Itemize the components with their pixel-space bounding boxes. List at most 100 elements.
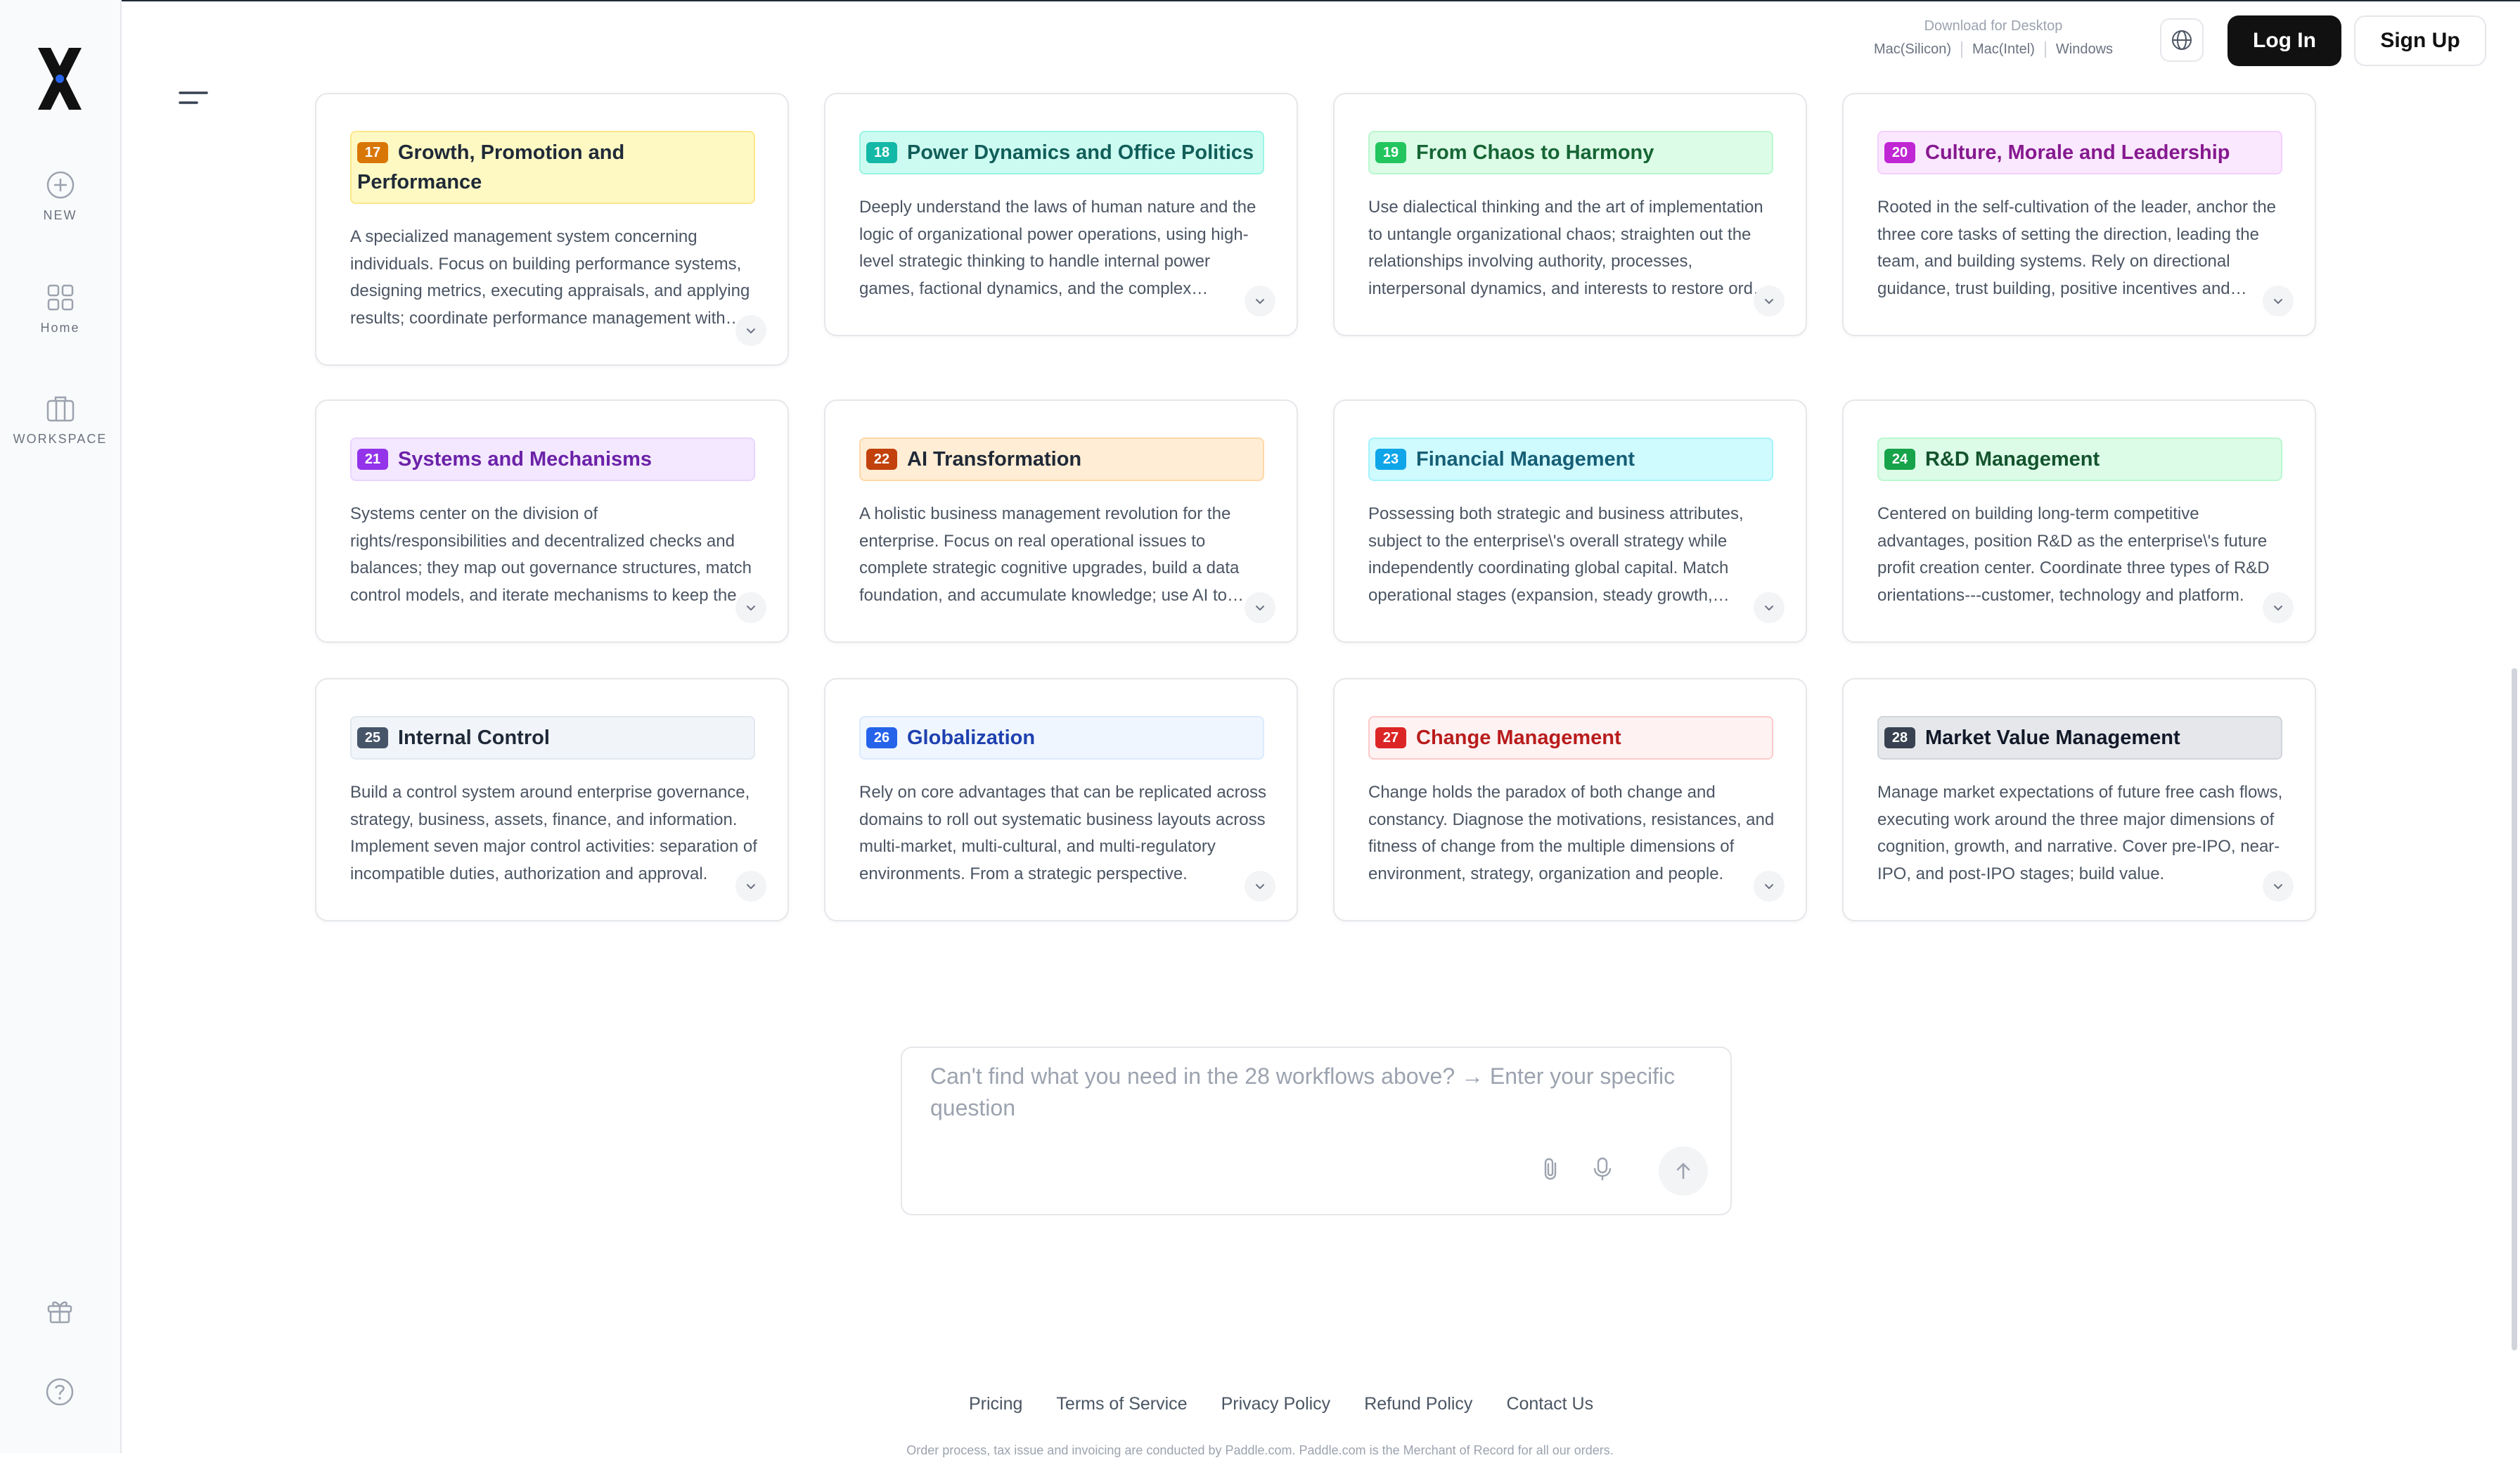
download-link-mac-silicon[interactable]: Mac(Silicon)	[1864, 41, 1961, 58]
workflow-title-text: Power Dynamics and Office Politics	[907, 141, 1254, 164]
sidebar-item-workspace[interactable]: WORKSPACE	[0, 394, 120, 447]
attach-button[interactable]	[1538, 1155, 1566, 1183]
workflow-card-title[interactable]: 17 Growth, Promotion and Performance	[350, 131, 755, 204]
chevron-down-icon	[1765, 884, 1773, 889]
workflow-card[interactable]: 21 Systems and Mechanisms Systems center o…	[315, 399, 789, 643]
workflow-number-badge: 21	[357, 449, 388, 470]
workflow-card-title[interactable]: 22 AI Transformation	[859, 437, 1264, 481]
workflow-card-title[interactable]: 19 From Chaos to Harmony	[1368, 131, 1773, 174]
expand-card-button[interactable]	[1245, 286, 1275, 316]
expand-card-button[interactable]	[735, 871, 766, 902]
workflow-card[interactable]: 28 Market Value Management Manage market e…	[1842, 678, 2316, 921]
expand-card-button[interactable]	[1754, 871, 1785, 902]
expand-card-button[interactable]	[735, 315, 766, 346]
footer-link-contact[interactable]: Contact Us	[1506, 1394, 1593, 1414]
workflow-card[interactable]: 26 Globalization Rely on core advantages t…	[824, 678, 1298, 921]
globe-icon	[2172, 30, 2192, 50]
voice-button[interactable]	[1588, 1155, 1616, 1183]
workflow-title-text: Financial Management	[1416, 448, 1635, 471]
expand-card-button[interactable]	[2263, 286, 2294, 316]
footer-link-privacy[interactable]: Privacy Policy	[1221, 1394, 1331, 1414]
language-button[interactable]	[2160, 18, 2204, 62]
workflow-number-badge: 23	[1375, 449, 1406, 470]
workflow-card-title[interactable]: 24 R&D Management	[1877, 437, 2282, 481]
workflow-number-badge: 17	[357, 142, 388, 163]
workflow-title-text: Culture, Morale and Leadership	[1925, 141, 2230, 164]
workflow-card[interactable]: 19 From Chaos to Harmony Use dialectical t…	[1333, 93, 1807, 336]
workflow-card[interactable]: 17 Growth, Promotion and Performance A spe…	[315, 93, 789, 366]
chevron-down-icon	[747, 884, 755, 889]
workflow-title-text: Globalization	[907, 727, 1036, 749]
expand-card-button[interactable]	[2263, 592, 2294, 623]
workflow-card[interactable]: 18 Power Dynamics and Office Politics Deep…	[824, 93, 1298, 336]
workflow-card[interactable]: 25 Internal Control Build a control system…	[315, 678, 789, 921]
help-icon[interactable]	[45, 1377, 75, 1407]
chevron-down-icon	[747, 328, 755, 333]
chevron-down-icon	[2274, 884, 2282, 889]
workflow-card-title[interactable]: 23 Financial Management	[1368, 437, 1773, 481]
app-logo[interactable]	[35, 45, 84, 113]
scrollbar-thumb[interactable]	[2512, 668, 2517, 1350]
workflow-number-badge: 25	[357, 727, 388, 748]
footer-link-pricing[interactable]: Pricing	[969, 1394, 1022, 1414]
expand-card-button[interactable]	[1245, 592, 1275, 623]
sidebar-item-new[interactable]: NEW	[0, 170, 120, 223]
expand-card-button[interactable]	[2263, 871, 2294, 902]
send-button[interactable]	[1659, 1146, 1708, 1196]
workflow-card[interactable]: 23 Financial Management Possessing both st…	[1333, 399, 1807, 643]
workflow-number-badge: 28	[1884, 727, 1915, 748]
workflow-description: Rooted in the self-cultivation of the le…	[1877, 198, 2277, 298]
workflow-card-title[interactable]: 18 Power Dynamics and Office Politics	[859, 131, 1264, 174]
workflow-description: Change holds the paradox of both change …	[1368, 783, 1775, 883]
footer-link-refund[interactable]: Refund Policy	[1364, 1394, 1472, 1414]
chevron-down-icon	[747, 606, 755, 610]
menu-toggle-icon[interactable]	[177, 87, 210, 108]
workflow-description: A specialized management system concerni…	[350, 227, 750, 328]
workflow-number-badge: 27	[1375, 727, 1406, 748]
workflow-number-badge: 22	[866, 449, 897, 470]
workflow-card[interactable]: 20 Culture, Morale and Leadership Rooted i…	[1842, 93, 2316, 336]
workflow-title-text: Systems and Mechanisms	[398, 448, 652, 471]
workflow-card-title[interactable]: 20 Culture, Morale and Leadership	[1877, 131, 2282, 174]
question-input[interactable]	[929, 1059, 1705, 1132]
workflow-card[interactable]: 24 R&D Management Centered on building lon…	[1842, 399, 2316, 643]
workflow-number-badge: 26	[866, 727, 897, 748]
workflow-card-title[interactable]: 25 Internal Control	[350, 716, 755, 760]
workflow-card-title[interactable]: 27 Change Management	[1368, 716, 1773, 760]
footer-links: Pricing Terms of Service Privacy Policy …	[969, 1394, 1593, 1414]
workflow-card[interactable]: 22 AI Transformation A holistic business m…	[824, 399, 1298, 643]
workflow-description: Build a control system around enterprise…	[350, 783, 757, 883]
gift-icon[interactable]	[45, 1296, 75, 1325]
workflow-card-title[interactable]: 28 Market Value Management	[1877, 716, 2282, 760]
workflow-title-text: Change Management	[1416, 727, 1621, 749]
grid-icon	[47, 284, 73, 311]
signup-button[interactable]: Sign Up	[2354, 15, 2486, 66]
footer-link-terms[interactable]: Terms of Service	[1056, 1394, 1187, 1414]
expand-card-button[interactable]	[1245, 871, 1275, 902]
expand-card-button[interactable]	[735, 592, 766, 623]
workflow-card-title[interactable]: 21 Systems and Mechanisms	[350, 437, 755, 481]
download-title: Download for Desktop	[1924, 18, 2063, 34]
sidebar-item-home[interactable]: Home	[0, 283, 120, 335]
chevron-down-icon	[2274, 299, 2282, 304]
footer-note: Order process, tax issue and invoicing a…	[906, 1443, 1614, 1457]
workflow-number-badge: 24	[1884, 449, 1915, 470]
workflow-number-badge: 19	[1375, 142, 1406, 163]
chevron-down-icon	[2274, 606, 2282, 610]
workflow-card-title[interactable]: 26 Globalization	[859, 716, 1264, 760]
download-link-mac-intel[interactable]: Mac(Intel)	[1960, 41, 2045, 58]
paperclip-icon	[1544, 1158, 1557, 1180]
arrow-up-icon	[1676, 1163, 1690, 1179]
workflow-number-badge: 18	[866, 142, 897, 163]
sidebar: NEW Home WORKSPACE	[0, 0, 122, 1453]
expand-card-button[interactable]	[1754, 286, 1785, 316]
workflow-description: Systems center on the division of rights…	[350, 504, 752, 605]
briefcase-icon	[46, 396, 74, 422]
chevron-down-icon	[1256, 299, 1264, 304]
chevron-down-icon	[1765, 299, 1773, 304]
download-link-windows[interactable]: Windows	[2044, 41, 2123, 58]
workflow-card[interactable]: 27 Change Management Change holds the para…	[1333, 678, 1807, 921]
sidebar-item-label: Home	[40, 321, 80, 335]
expand-card-button[interactable]	[1754, 592, 1785, 623]
login-button[interactable]: Log In	[2228, 15, 2341, 66]
